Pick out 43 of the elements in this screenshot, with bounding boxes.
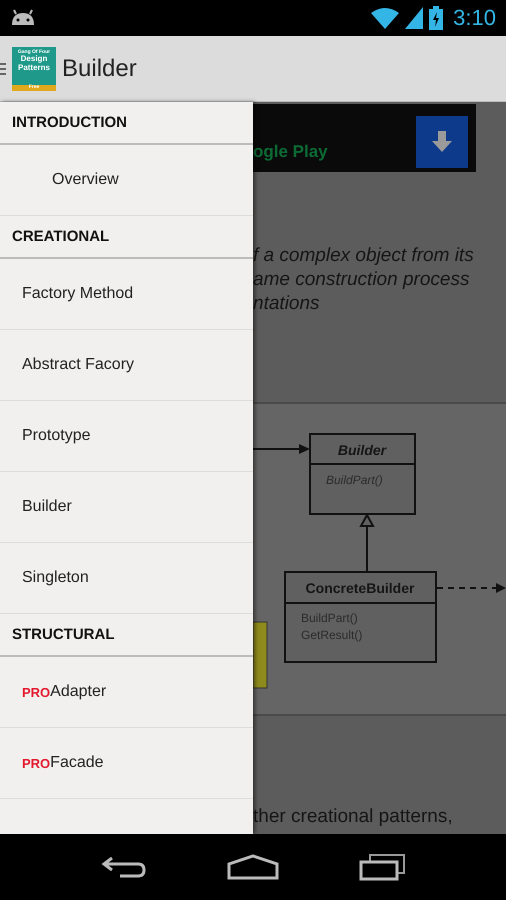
item-label: Facade <box>50 754 104 772</box>
ad-text: ogle Play <box>253 142 328 162</box>
screen-title: Builder <box>62 54 137 82</box>
clock: 3:10 <box>453 5 496 31</box>
drawer-item[interactable]: Abstract Facory <box>0 330 253 401</box>
download-icon <box>431 131 453 153</box>
battery-icon <box>429 6 444 30</box>
description-text: ntations <box>253 292 321 316</box>
item-label: Adapter <box>50 683 106 701</box>
dependency-arrow <box>437 583 506 593</box>
description-text: ame construction process <box>253 268 470 292</box>
body-text: ther creational patterns, <box>253 806 453 828</box>
drawer-item[interactable]: PROFacade <box>0 728 253 799</box>
class-name: ConcreteBuilder <box>306 580 414 596</box>
pro-label: PRO <box>22 756 50 770</box>
item-label: Prototype <box>22 427 90 445</box>
back-icon[interactable] <box>100 854 148 880</box>
home-icon[interactable] <box>226 854 279 880</box>
section-header: INTRODUCTION <box>0 102 253 145</box>
item-label: Builder <box>22 498 72 516</box>
section-header: STRUCTURAL <box>0 614 253 657</box>
download-button[interactable] <box>416 116 468 168</box>
recents-icon[interactable] <box>358 853 406 881</box>
drawer-item[interactable]: Singleton <box>0 543 253 614</box>
menu-icon[interactable] <box>0 62 6 76</box>
drawer-item[interactable]: Factory Method <box>0 259 253 330</box>
association-arrow <box>253 444 310 454</box>
item-label: Overview <box>52 171 119 189</box>
item-label: Factory Method <box>22 285 134 303</box>
drawer-item[interactable]: Builder <box>0 472 253 543</box>
wifi-icon <box>371 7 400 29</box>
pro-label: PRO <box>22 684 50 700</box>
signal-icon <box>405 7 424 29</box>
drawer-item[interactable]: Overview <box>0 145 253 216</box>
inheritance-arrow <box>359 512 375 572</box>
android-icon <box>10 9 36 27</box>
description-text: f a complex object from its <box>253 244 475 268</box>
item-label: Singleton <box>22 569 89 587</box>
section-header: CREATIONAL <box>0 216 253 259</box>
drawer-item[interactable]: Prototype <box>0 401 253 472</box>
drawer-item[interactable]: PROAdapter <box>0 657 253 728</box>
item-label: Abstract Facory <box>22 356 134 374</box>
class-name: Builder <box>338 442 386 458</box>
